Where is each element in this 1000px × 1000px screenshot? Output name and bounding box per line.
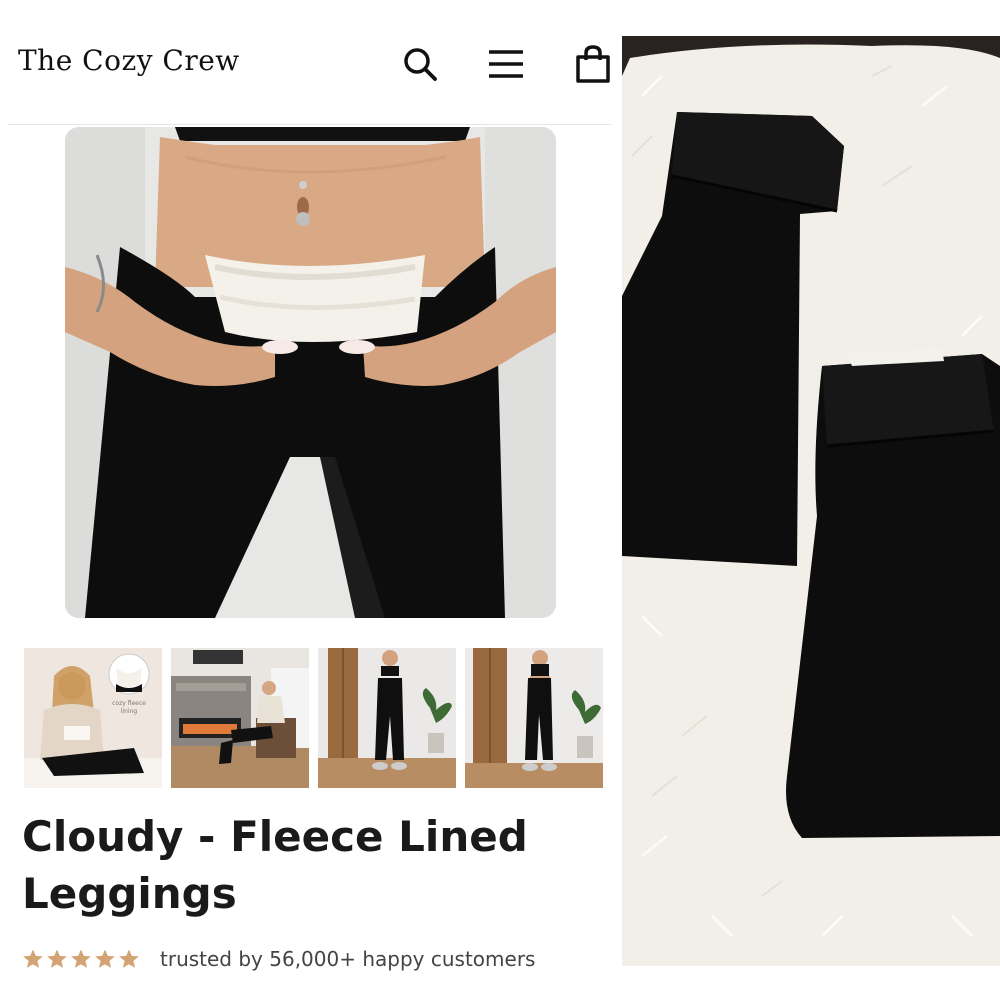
thumbnail-gallery: cozy fleece lining bbox=[24, 648, 603, 788]
svg-text:cozy fleece: cozy fleece bbox=[112, 700, 146, 707]
hero-product-image[interactable] bbox=[65, 127, 556, 618]
svg-text:lining: lining bbox=[121, 708, 138, 715]
thumbnail-1[interactable]: cozy fleece lining bbox=[24, 648, 162, 788]
star-icon bbox=[94, 948, 116, 970]
menu-icon[interactable] bbox=[486, 44, 526, 84]
star-icon bbox=[118, 948, 140, 970]
folded-leggings-photo bbox=[622, 36, 1000, 966]
product-page: The Cozy Crew cozy fleece lining Cloudy … bbox=[0, 0, 620, 1000]
star-rating bbox=[22, 948, 140, 970]
star-icon bbox=[46, 948, 68, 970]
star-icon bbox=[70, 948, 92, 970]
rating-row: trusted by 56,000+ happy customers bbox=[22, 944, 535, 974]
cart-icon[interactable] bbox=[573, 44, 613, 84]
thumbnail-2[interactable] bbox=[171, 648, 309, 788]
search-icon[interactable] bbox=[400, 44, 440, 84]
product-title: Cloudy - Fleece Lined Leggings bbox=[22, 812, 528, 918]
thumbnail-3[interactable] bbox=[318, 648, 456, 788]
site-header: The Cozy Crew bbox=[0, 0, 620, 125]
header-divider bbox=[8, 124, 612, 125]
trust-text: trusted by 56,000+ happy customers bbox=[160, 947, 536, 971]
star-icon bbox=[22, 948, 44, 970]
thumbnail-4[interactable] bbox=[465, 648, 603, 788]
store-logo[interactable]: The Cozy Crew bbox=[18, 44, 240, 77]
